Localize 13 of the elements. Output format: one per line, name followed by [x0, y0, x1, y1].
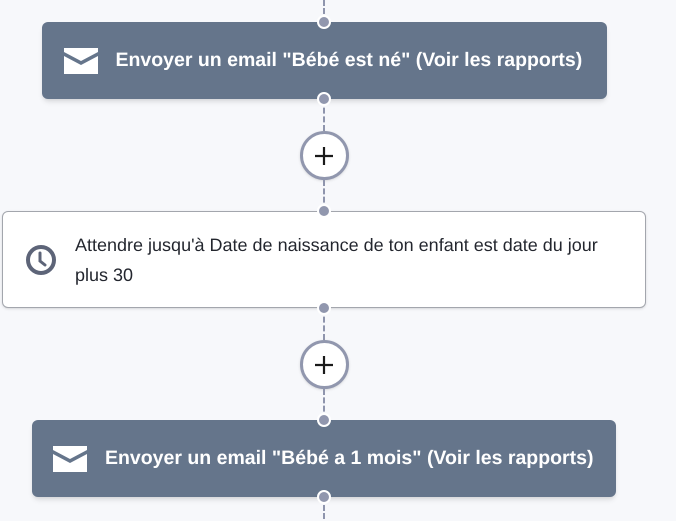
add-step-button[interactable]	[300, 131, 348, 180]
clock-icon	[25, 244, 57, 276]
step-label: Attendre jusqu'à Date de naissance de ton enfant est date du jour plus 30	[75, 234, 599, 287]
envelope-icon	[64, 48, 98, 74]
step-label: Envoyer un email "Bébé est né" (Voir les rapports)	[116, 48, 582, 73]
envelope-icon	[53, 446, 87, 472]
email-step-card[interactable]: Envoyer un email "Bébé est né" (Voir les rapports)	[42, 22, 606, 99]
add-step-button[interactable]	[300, 340, 348, 389]
email-step-card[interactable]: Envoyer un email "Bébé a 1 mois" (Voir les rapports)	[32, 420, 616, 497]
step-label: Envoyer un email "Bébé a 1 mois" (Voir les rapports)	[105, 446, 594, 471]
plus-icon	[314, 146, 334, 166]
plus-icon	[314, 354, 334, 374]
wait-step-card[interactable]: Attendre jusqu'à Date de naissance de ton enfant est date du jour plus 30	[2, 211, 646, 308]
